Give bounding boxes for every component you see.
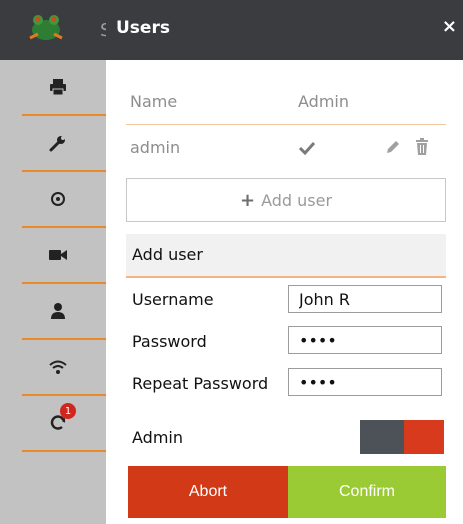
dialog-title: Users: [116, 18, 170, 38]
sidebar-item-update[interactable]: 1: [22, 396, 106, 452]
confirm-button[interactable]: Confirm: [288, 466, 446, 518]
sidebar: S 1: [0, 0, 111, 524]
video-camera-icon: [46, 243, 70, 267]
admin-label: Admin: [132, 428, 183, 447]
sidebar-item-users[interactable]: [22, 284, 106, 340]
sidebar-item-print[interactable]: [22, 60, 106, 116]
gear-icon: [46, 187, 70, 211]
column-header-admin: Admin: [298, 92, 349, 111]
column-header-name: Name: [130, 92, 178, 111]
plus-icon: +: [239, 189, 256, 211]
section-title: Add user: [132, 245, 203, 264]
add-user-button-label: Add user: [261, 190, 333, 210]
sidebar-item-camera[interactable]: [22, 228, 106, 284]
username-label: Username: [132, 290, 214, 309]
checkmark-icon: [298, 140, 316, 159]
close-button[interactable]: ×: [442, 16, 457, 37]
wifi-icon: [46, 355, 70, 379]
password-input[interactable]: [288, 326, 442, 354]
abort-button[interactable]: Abort: [128, 466, 288, 518]
password-label: Password: [132, 332, 207, 351]
toggle-off-segment: [360, 420, 404, 454]
repeat-password-input[interactable]: [288, 368, 442, 396]
sidebar-item-wifi[interactable]: [22, 340, 106, 396]
frog-logo: [29, 15, 63, 40]
trash-icon[interactable]: [414, 138, 430, 160]
username-input[interactable]: [288, 285, 442, 313]
repeat-password-label: Repeat Password: [132, 374, 269, 393]
table-row: admin: [126, 126, 446, 172]
users-table-header: Name Admin: [126, 80, 446, 125]
toggle-on-segment: [404, 420, 444, 454]
user-name-cell: admin: [130, 138, 181, 157]
admin-toggle[interactable]: [360, 420, 444, 454]
wrench-icon: [46, 131, 70, 155]
sidebar-header: S: [0, 0, 111, 60]
sidebar-item-tools[interactable]: [22, 116, 106, 172]
add-user-section-header: Add user: [126, 234, 446, 278]
users-dialog: Users × Name Admin admin + Add user Add …: [106, 0, 463, 524]
sidebar-item-settings[interactable]: [22, 172, 106, 228]
printer-icon: [46, 75, 70, 99]
user-icon: [46, 299, 70, 323]
pencil-icon[interactable]: [384, 138, 402, 160]
update-badge: 1: [60, 403, 76, 419]
add-user-button[interactable]: + Add user: [126, 178, 446, 222]
refresh-icon: 1: [46, 403, 76, 435]
dialog-header: Users ×: [106, 0, 463, 60]
